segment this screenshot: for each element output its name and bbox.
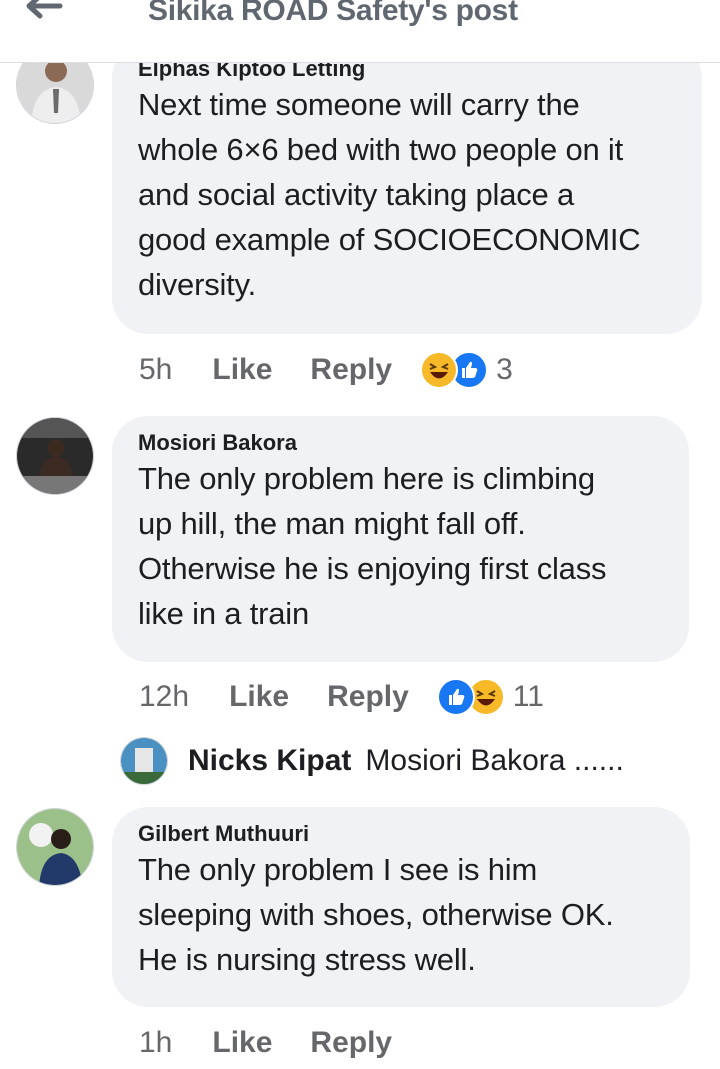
comment-timestamp: 5h xyxy=(139,353,173,386)
reply-button[interactable]: Reply xyxy=(327,680,409,714)
arrow-left-icon xyxy=(26,0,63,19)
comment-timestamp: 1h xyxy=(139,1026,173,1059)
comment-bubble: Gilbert Muthuuri The only problem I see … xyxy=(112,807,690,1007)
reaction-count: 3 xyxy=(496,353,513,386)
comment-line: up hill, the man might fall off. xyxy=(138,506,526,541)
reaction-summary[interactable]: 3 xyxy=(420,351,513,389)
comment-actions: 5h Like Reply 3 xyxy=(139,350,513,390)
comment-line: sleeping with shoes, otherwise OK. xyxy=(138,897,614,932)
reply-text: Mosiori Bakora ...... xyxy=(365,744,624,777)
page-title: Sikika ROAD Safety's post xyxy=(148,0,518,27)
comment-text: The only problem I see is him sleeping w… xyxy=(138,847,708,982)
comment-line: The only problem here is climbing xyxy=(138,461,595,496)
back-button[interactable] xyxy=(22,0,66,30)
like-button[interactable]: Like xyxy=(229,680,289,714)
comment-text: Next time someone will carry the whole 6… xyxy=(138,82,708,307)
reply-author: Nicks Kipat xyxy=(188,744,352,777)
avatar[interactable] xyxy=(16,417,94,495)
like-button[interactable]: Like xyxy=(212,1026,272,1060)
comment-timestamp: 12h xyxy=(139,680,190,713)
reply-button[interactable]: Reply xyxy=(310,1026,392,1060)
comment-actions: 1h Like Reply xyxy=(139,1023,430,1063)
reaction-summary[interactable]: 11 xyxy=(436,678,544,716)
comment-line: diversity. xyxy=(138,267,257,302)
comment-line: good example of SOCIOECONOMIC xyxy=(138,222,641,257)
comment-text: The only problem here is climbing up hil… xyxy=(138,456,708,636)
post-header: Sikika ROAD Safety's post xyxy=(0,0,720,63)
comment-line: and social activity taking place a xyxy=(138,177,575,212)
avatar xyxy=(120,737,168,785)
like-button[interactable]: Like xyxy=(212,353,272,387)
comment-line: whole 6×6 bed with two people on it xyxy=(138,132,624,167)
profile-photo-icon xyxy=(17,809,93,885)
profile-photo-icon xyxy=(17,418,93,494)
comment-line: He is nursing stress well. xyxy=(138,942,476,977)
comment-author[interactable]: Gilbert Muthuuri xyxy=(138,821,309,847)
comment-bubble: Mosiori Bakora The only problem here is … xyxy=(112,416,689,662)
haha-reaction-icon xyxy=(420,351,459,389)
comment-bubble: Elphas Kiptoo Letting Next time someone … xyxy=(112,42,702,334)
comment-author[interactable]: Mosiori Bakora xyxy=(138,430,297,456)
reaction-count: 11 xyxy=(512,680,544,713)
reply-preview[interactable]: Nicks Kipat Mosiori Bakora ...... xyxy=(120,736,624,786)
comment-actions: 12h Like Reply 11 xyxy=(139,677,544,717)
comment-line: The only problem I see is him xyxy=(138,852,538,887)
comment-line: Otherwise he is enjoying first class xyxy=(138,551,607,586)
comment-line: Next time someone will carry the xyxy=(138,87,580,122)
like-reaction-icon xyxy=(436,678,475,716)
profile-photo-icon xyxy=(121,738,167,784)
reply-button[interactable]: Reply xyxy=(310,353,392,387)
avatar[interactable] xyxy=(16,808,94,886)
comment-line: like in a train xyxy=(138,596,310,631)
